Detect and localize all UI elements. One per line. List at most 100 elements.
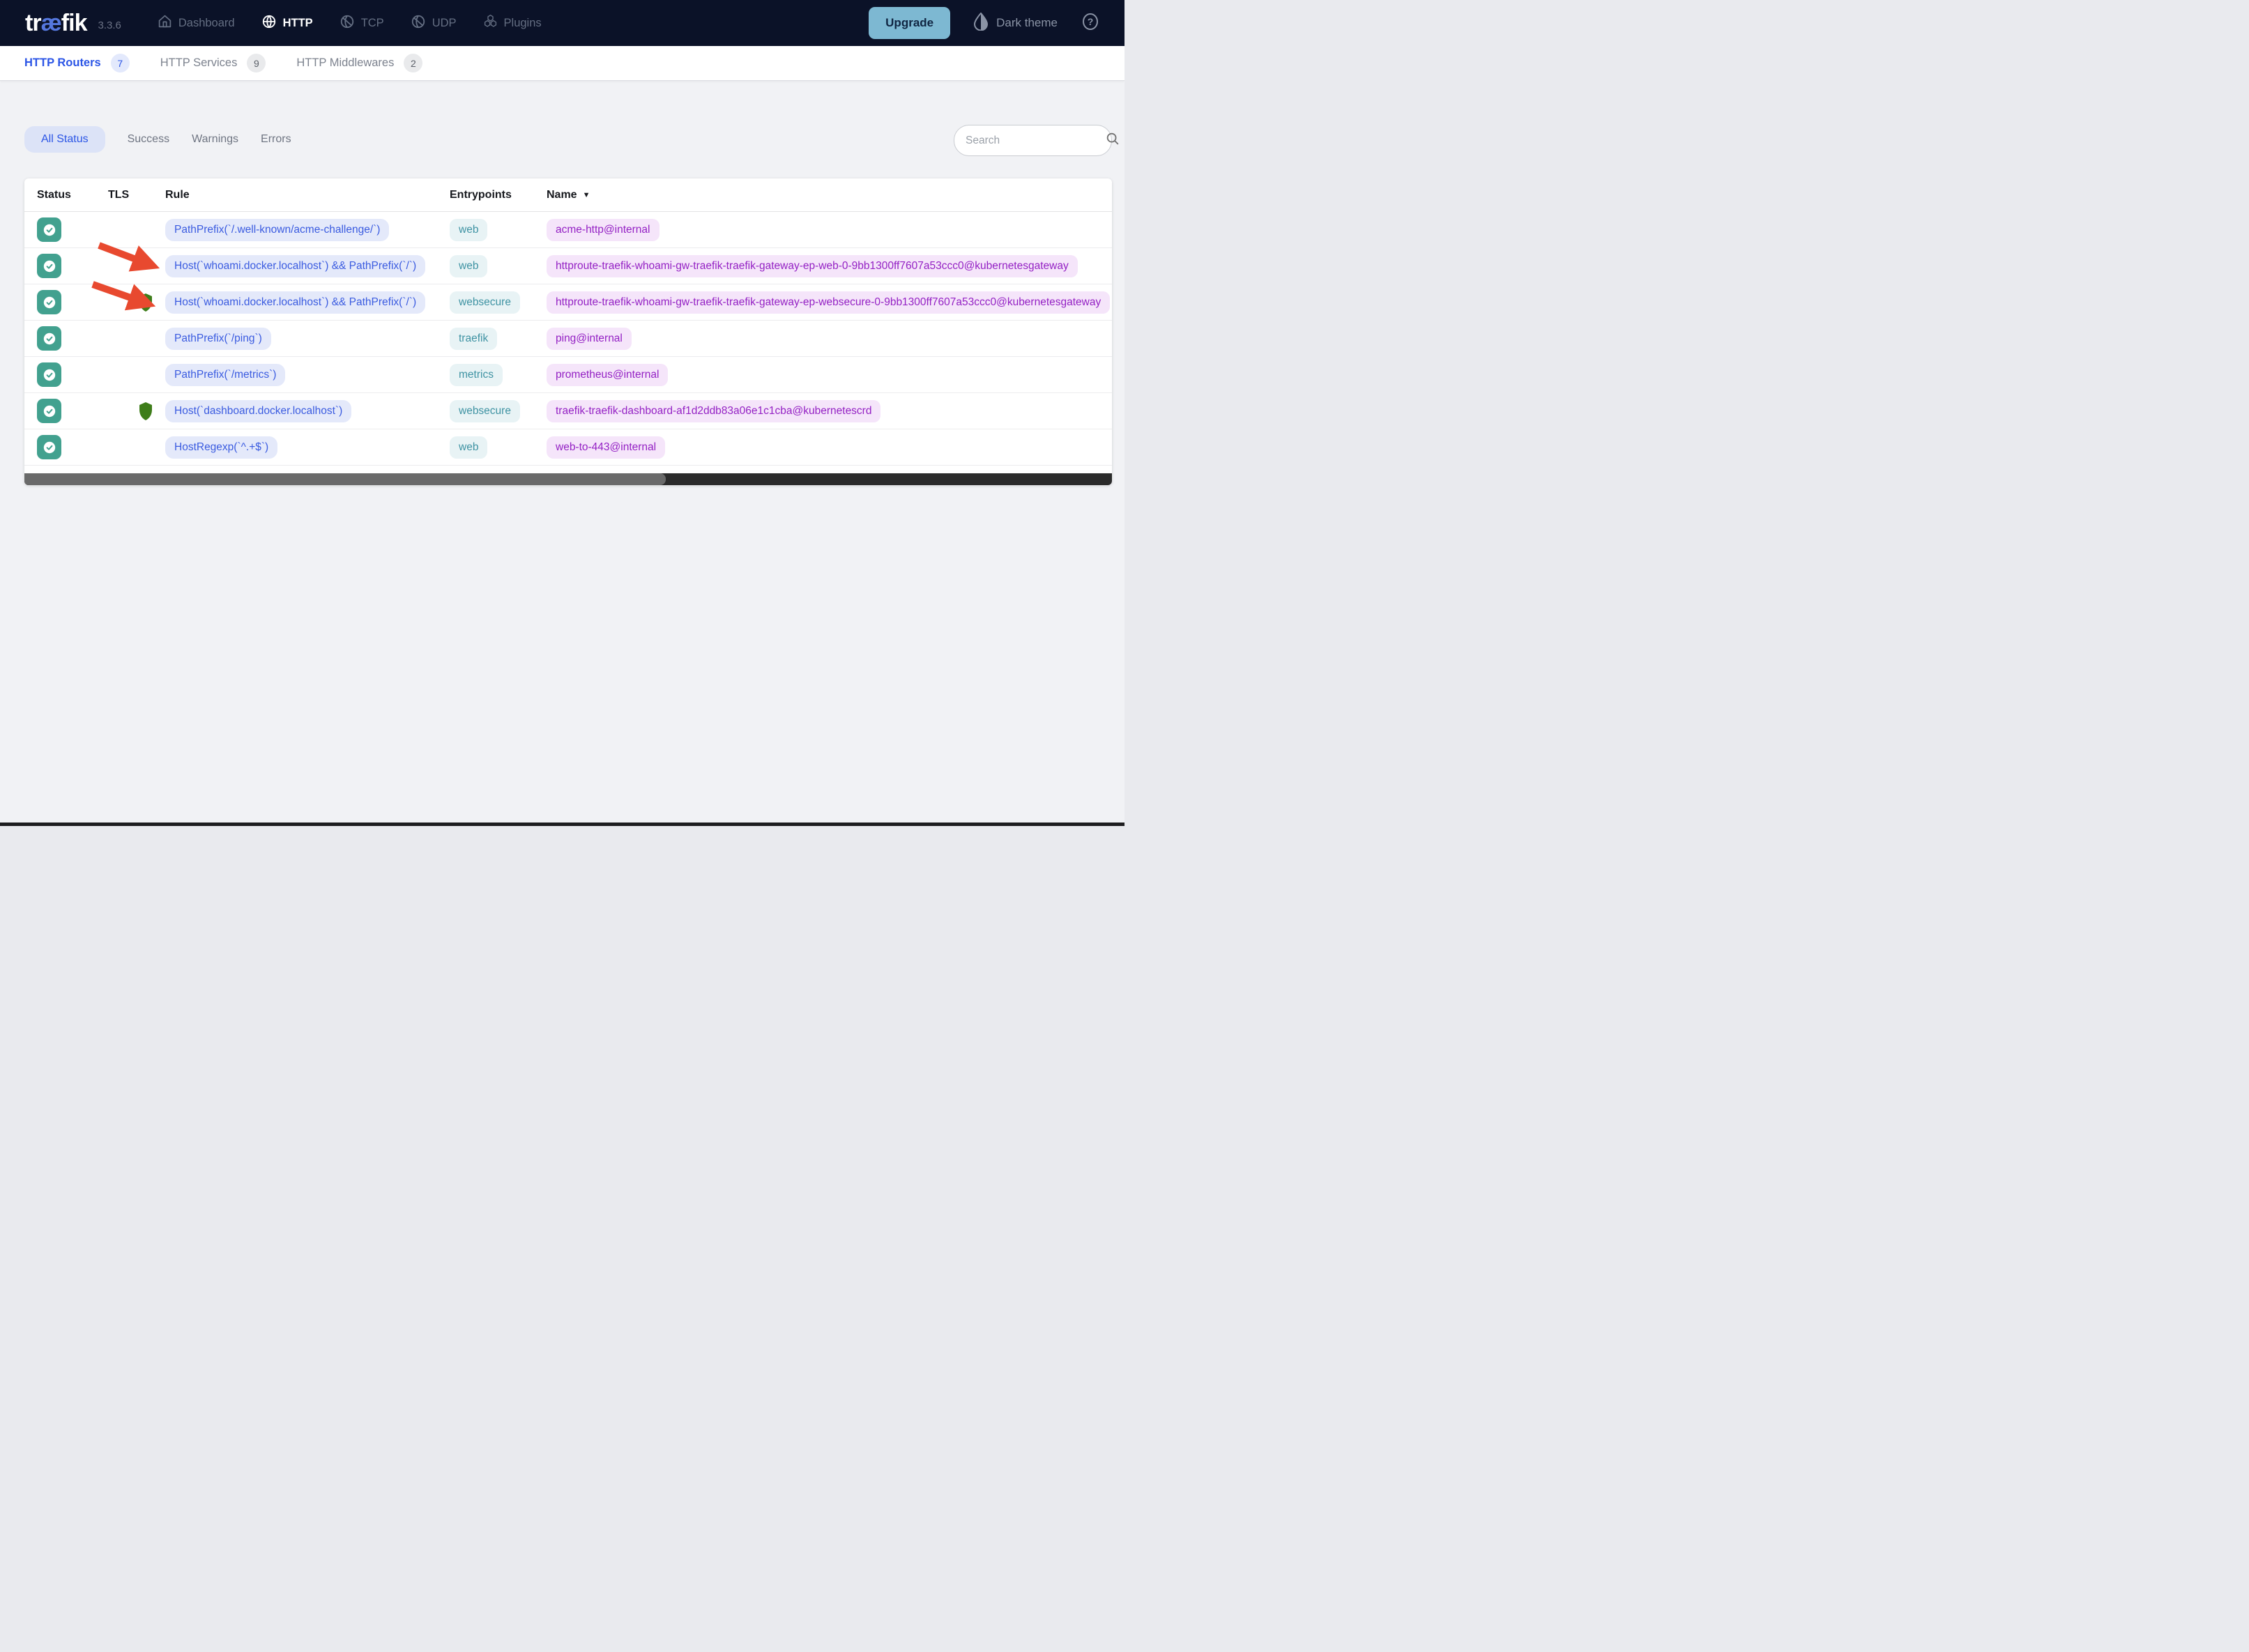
contrast-droplet-icon: [974, 12, 989, 34]
status-success-icon: [37, 326, 61, 351]
entrypoint-chip: websecure: [450, 291, 520, 314]
rule-cell: Host(`dashboard.docker.localhost`): [165, 399, 450, 422]
entrypoints-cell: websecure: [450, 399, 547, 422]
status-success-icon: [37, 399, 61, 423]
table-row[interactable]: Host(`whoami.docker.localhost`) && PathP…: [24, 248, 1112, 284]
status-cell: [37, 254, 108, 278]
entrypoints-cell: metrics: [450, 363, 547, 386]
globe-icon: [340, 14, 355, 33]
nav-item-plugins[interactable]: Plugins: [483, 14, 542, 32]
rule-cell: PathPrefix(`/.well-known/acme-challenge/…: [165, 218, 450, 241]
tab-count-badge: 2: [404, 54, 423, 72]
tab-http-services[interactable]: HTTP Services 9: [160, 54, 266, 72]
filter-errors[interactable]: Errors: [250, 126, 303, 153]
table-row[interactable]: Host(`dashboard.docker.localhost`) webse…: [24, 393, 1112, 429]
home-icon: [158, 14, 172, 32]
name-chip: ping@internal: [547, 327, 632, 350]
rule-cell: PathPrefix(`/metrics`): [165, 363, 450, 386]
status-success-icon: [37, 290, 61, 314]
tls-cell: [108, 293, 165, 312]
rule-chip: HostRegexp(`^.+$`): [165, 436, 278, 459]
search-input[interactable]: [966, 134, 1105, 147]
rule-chip: Host(`whoami.docker.localhost`) && PathP…: [165, 254, 426, 277]
search-icon: [1105, 131, 1120, 150]
filter-all-status[interactable]: All Status: [24, 126, 105, 153]
section-tabs: HTTP Routers 7 HTTP Services 9 HTTP Midd…: [0, 46, 1124, 81]
filter-warnings[interactable]: Warnings: [181, 126, 250, 153]
filter-success[interactable]: Success: [116, 126, 181, 153]
cubes-icon: [483, 14, 498, 32]
status-cell: [37, 362, 108, 387]
rule-cell: HostRegexp(`^.+$`): [165, 436, 450, 459]
table-row[interactable]: PathPrefix(`/metrics`) metrics prometheu…: [24, 357, 1112, 393]
table-row[interactable]: PathPrefix(`/ping`) traefik ping@interna…: [24, 321, 1112, 357]
traefik-dashboard-page: træfik 3.3.6 Dashboard HTTP TCP UDP Plug…: [0, 0, 1124, 826]
svg-text:?: ?: [1088, 16, 1094, 27]
tab-http-routers[interactable]: HTTP Routers 7: [24, 54, 130, 72]
name-chip: traefik-traefik-dashboard-af1d2ddb83a06e…: [547, 399, 881, 422]
name-chip: web-to-443@internal: [547, 436, 666, 459]
logo-ae-ligature: æ: [40, 9, 62, 36]
status-cell: [37, 217, 108, 242]
name-cell: ping@internal: [547, 327, 1112, 350]
name-cell: httproute-traefik-whoami-gw-traefik-trae…: [547, 254, 1112, 277]
table-header-row: Status TLS Rule Entrypoints Name ▼: [24, 178, 1112, 212]
rule-chip: PathPrefix(`/ping`): [165, 327, 271, 350]
sort-caret-icon: ▼: [582, 190, 590, 199]
theme-toggle[interactable]: Dark theme: [974, 12, 1058, 34]
top-navbar: træfik 3.3.6 Dashboard HTTP TCP UDP Plug…: [0, 0, 1124, 46]
entrypoints-cell: web: [450, 436, 547, 459]
question-circle-icon: ?: [1081, 13, 1099, 34]
routers-table-card: Status TLS Rule Entrypoints Name ▼ PathP…: [24, 178, 1112, 485]
entrypoints-cell: web: [450, 218, 547, 241]
tab-http-middlewares[interactable]: HTTP Middlewares 2: [296, 54, 423, 72]
name-chip: prometheus@internal: [547, 363, 669, 386]
main-nav: Dashboard HTTP TCP UDP Plugins: [158, 14, 542, 33]
name-cell: httproute-traefik-whoami-gw-traefik-trae…: [547, 291, 1112, 314]
entrypoint-chip: websecure: [450, 399, 520, 422]
table-row[interactable]: PathPrefix(`/.well-known/acme-challenge/…: [24, 212, 1112, 248]
version-label: 3.3.6: [98, 19, 121, 31]
column-header-rule[interactable]: Rule: [165, 189, 450, 201]
nav-item-http[interactable]: HTTP: [261, 14, 313, 33]
rule-cell: Host(`whoami.docker.localhost`) && PathP…: [165, 291, 450, 314]
column-header-status[interactable]: Status: [37, 189, 108, 201]
table-row[interactable]: Host(`whoami.docker.localhost`) && PathP…: [24, 284, 1112, 321]
column-header-name[interactable]: Name ▼: [547, 189, 1112, 201]
table-row[interactable]: HostRegexp(`^.+$`) web web-to-443@intern…: [24, 429, 1112, 466]
name-cell: acme-http@internal: [547, 218, 1112, 241]
status-success-icon: [37, 254, 61, 278]
name-chip: httproute-traefik-whoami-gw-traefik-trae…: [547, 254, 1078, 277]
status-cell: [37, 399, 108, 423]
scrollbar-thumb[interactable]: [24, 473, 666, 485]
globe-icon: [261, 14, 277, 33]
nav-item-tcp[interactable]: TCP: [340, 14, 384, 33]
nav-item-dashboard[interactable]: Dashboard: [158, 14, 235, 32]
entrypoints-cell: websecure: [450, 291, 547, 314]
entrypoints-cell: web: [450, 254, 547, 277]
horizontal-scrollbar[interactable]: [24, 473, 1112, 485]
name-chip: httproute-traefik-whoami-gw-traefik-trae…: [547, 291, 1111, 314]
column-header-entrypoints[interactable]: Entrypoints: [450, 189, 547, 201]
table-body: PathPrefix(`/.well-known/acme-challenge/…: [24, 212, 1112, 466]
theme-toggle-label: Dark theme: [996, 16, 1058, 29]
navbar-right-group: Upgrade Dark theme ?: [869, 7, 1099, 39]
traefik-logo[interactable]: træfik: [25, 9, 87, 37]
name-cell: traefik-traefik-dashboard-af1d2ddb83a06e…: [547, 399, 1112, 422]
rule-chip: PathPrefix(`/.well-known/acme-challenge/…: [165, 218, 390, 241]
rule-chip: Host(`dashboard.docker.localhost`): [165, 399, 352, 422]
nav-item-udp[interactable]: UDP: [411, 14, 457, 33]
help-button[interactable]: ?: [1081, 13, 1099, 34]
entrypoint-chip: traefik: [450, 327, 498, 350]
rule-cell: Host(`whoami.docker.localhost`) && PathP…: [165, 254, 450, 277]
column-header-tls[interactable]: TLS: [108, 189, 165, 201]
name-chip: acme-http@internal: [547, 218, 660, 241]
tab-count-badge: 9: [247, 54, 266, 72]
status-filters: All Status Success Warnings Errors: [24, 126, 303, 153]
tls-cell: [108, 401, 165, 421]
entrypoints-cell: traefik: [450, 327, 547, 350]
rule-cell: PathPrefix(`/ping`): [165, 327, 450, 350]
name-cell: web-to-443@internal: [547, 436, 1112, 459]
upgrade-button[interactable]: Upgrade: [869, 7, 951, 39]
bottom-edge-strip: [0, 823, 1124, 826]
